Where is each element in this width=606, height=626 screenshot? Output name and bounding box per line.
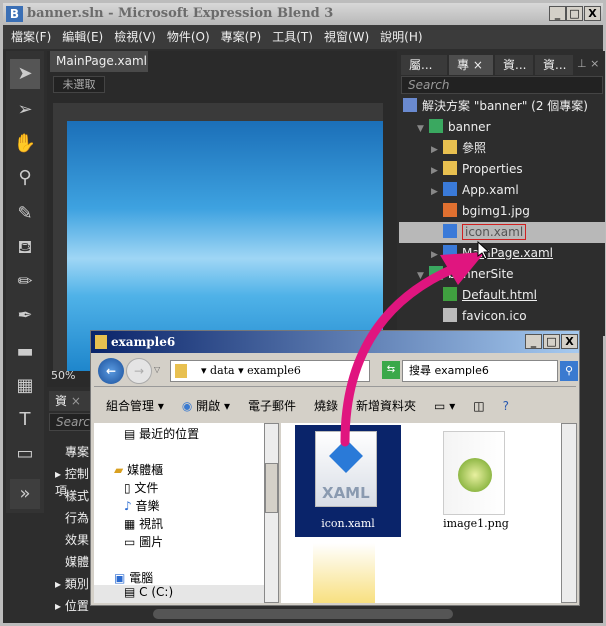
drag-arrow-shaft — [340, 263, 460, 447]
drag-arrow — [340, 240, 491, 447]
